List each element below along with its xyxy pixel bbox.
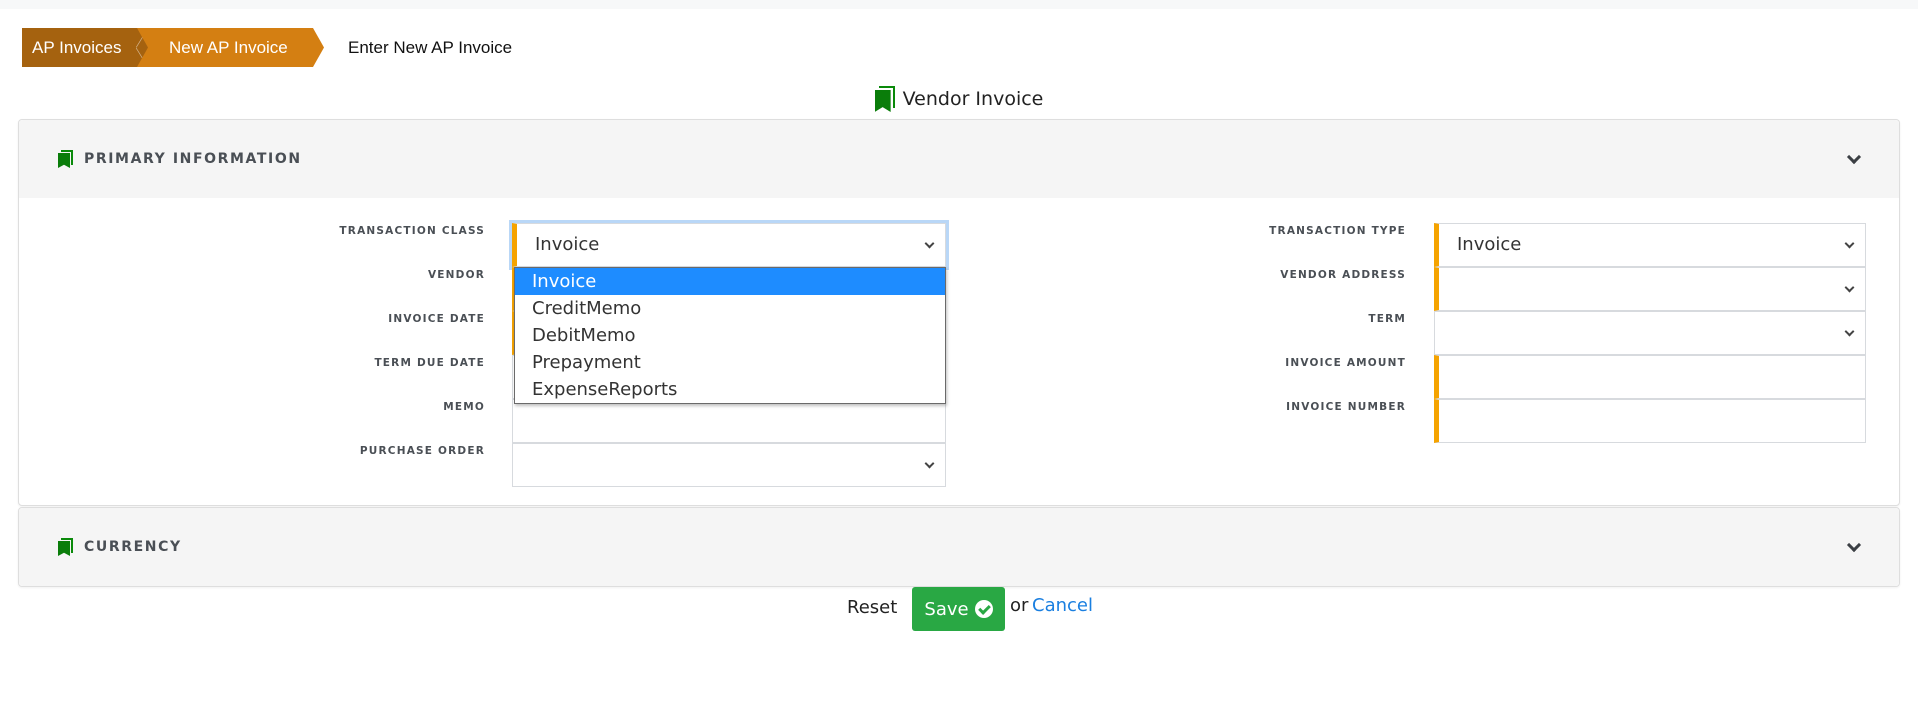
chevron-down-icon[interactable] (1846, 149, 1862, 165)
save-button[interactable]: Save (912, 587, 1005, 631)
vendor-address-select[interactable] (1434, 267, 1866, 311)
primary-information-header[interactable]: PRIMARY INFORMATION (19, 120, 1899, 198)
breadcrumb-ap-invoices[interactable]: AP Invoices (22, 28, 148, 67)
label-transaction-class: TRANSACTION CLASS (339, 225, 485, 237)
section-title: PRIMARY INFORMATION (84, 151, 302, 167)
memo-input[interactable] (512, 399, 946, 443)
label-term-due-date: TERM DUE DATE (374, 357, 485, 369)
chevron-down-icon (1844, 238, 1855, 249)
label-vendor-address: VENDOR ADDRESS (1280, 269, 1406, 281)
breadcrumb: AP Invoices New AP Invoice Enter New AP … (22, 28, 512, 67)
currency-header[interactable]: CURRENCY (19, 508, 1899, 586)
chevron-down-icon (1844, 282, 1855, 293)
top-bar (0, 0, 1918, 9)
invoice-amount-input[interactable] (1434, 355, 1866, 399)
label-invoice-date: INVOICE DATE (388, 313, 485, 325)
bookmark-icon (58, 150, 73, 168)
label-invoice-amount: INVOICE AMOUNT (1285, 357, 1406, 369)
page-title: Vendor Invoice (0, 86, 1918, 112)
label-term: TERM (1368, 313, 1406, 325)
chevron-down-icon (924, 458, 935, 469)
form-actions: Reset Save or Cancel (0, 587, 1918, 631)
chevron-down-icon (924, 238, 935, 249)
primary-information-body: TRANSACTION CLASS VENDOR INVOICE DATE TE… (19, 198, 1899, 505)
breadcrumb-new-ap-invoice[interactable]: New AP Invoice (137, 28, 324, 67)
label-purchase-order: PURCHASE ORDER (359, 445, 485, 457)
bookmark-icon (58, 538, 73, 556)
transaction-type-value: Invoice (1457, 234, 1522, 255)
breadcrumb-label: AP Invoices (32, 37, 122, 57)
page-title-text: Vendor Invoice (902, 88, 1044, 110)
option-expense-reports[interactable]: ExpenseReports (515, 376, 945, 403)
option-credit-memo[interactable]: CreditMemo (515, 295, 945, 322)
label-invoice-number: INVOICE NUMBER (1286, 401, 1406, 413)
transaction-type-select[interactable]: Invoice (1434, 223, 1866, 267)
option-prepayment[interactable]: Prepayment (515, 349, 945, 376)
currency-section: CURRENCY (18, 507, 1900, 587)
chevron-down-icon (1844, 326, 1855, 337)
transaction-class-dropdown: Invoice CreditMemo DebitMemo Prepayment … (514, 267, 946, 404)
check-circle-icon (974, 600, 993, 618)
chevron-down-icon[interactable] (1846, 537, 1862, 553)
bookmark-icon (874, 86, 895, 112)
invoice-number-input[interactable] (1434, 399, 1866, 443)
option-invoice[interactable]: Invoice (515, 268, 945, 295)
option-debit-memo[interactable]: DebitMemo (515, 322, 945, 349)
breadcrumb-current: Enter New AP Invoice (348, 37, 513, 57)
primary-information-section: PRIMARY INFORMATION TRANSACTION CLASS VE… (18, 119, 1900, 506)
term-select[interactable] (1434, 311, 1866, 355)
label-transaction-type: TRANSACTION TYPE (1269, 225, 1406, 237)
transaction-class-value: Invoice (535, 234, 600, 255)
breadcrumb-label: New AP Invoice (169, 37, 288, 57)
or-text: or (1010, 595, 1029, 616)
label-memo: MEMO (443, 401, 485, 413)
cancel-link[interactable]: Cancel (1032, 595, 1093, 616)
purchase-order-select[interactable] (512, 443, 946, 487)
label-vendor: VENDOR (427, 269, 485, 281)
save-label: Save (924, 598, 969, 620)
transaction-class-select[interactable]: Invoice (512, 223, 946, 267)
section-title: CURRENCY (84, 539, 182, 555)
reset-button[interactable]: Reset (847, 597, 897, 618)
